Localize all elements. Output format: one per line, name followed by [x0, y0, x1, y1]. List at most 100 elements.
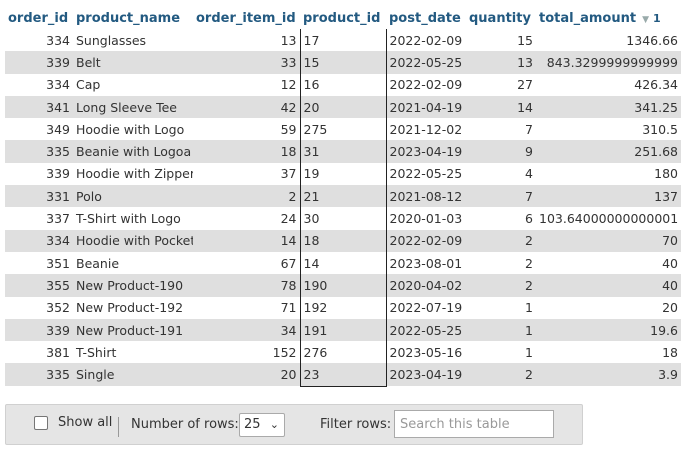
cell-quantity[interactable]: 6 — [466, 207, 536, 230]
cell-quantity[interactable]: 4 — [466, 162, 536, 186]
cell-quantity[interactable]: 15 — [466, 29, 536, 52]
cell-order-id[interactable]: 334 — [5, 229, 73, 252]
cell-total-amount[interactable]: 137 — [536, 185, 681, 208]
cell-post-date[interactable]: 2022-05-25 — [386, 51, 466, 74]
cell-post-date[interactable]: 2020-04-02 — [386, 274, 466, 297]
cell-order-id[interactable]: 334 — [5, 73, 73, 96]
cell-post-date[interactable]: 2023-08-01 — [386, 251, 466, 275]
cell-quantity[interactable]: 2 — [466, 251, 536, 275]
cell-product-name[interactable]: Polo — [73, 185, 193, 208]
cell-product-name[interactable]: Hoodie with Pocket — [73, 229, 193, 252]
table-row[interactable]: 351 Beanie 67 14 2023-08-01 2 40 — [5, 251, 681, 275]
table-row[interactable]: 337 T-Shirt with Logo 24 30 2020-01-03 6 103.6… — [5, 207, 681, 230]
cell-order-item-id[interactable]: 59 — [193, 118, 300, 141]
cell-order-id[interactable]: 381 — [5, 341, 73, 364]
filter-rows-input[interactable] — [394, 410, 554, 438]
table-row[interactable]: 331 Polo 2 21 2021-08-12 7 137 — [5, 185, 681, 208]
cell-order-item-id[interactable]: 34 — [193, 318, 300, 342]
cell-product-name[interactable]: Belt — [73, 51, 193, 74]
cell-product-name[interactable]: Sunglasses — [73, 29, 193, 52]
cell-order-id[interactable]: 341 — [5, 95, 73, 119]
cell-quantity[interactable]: 13 — [466, 51, 536, 74]
cell-product-name[interactable]: New Product-192 — [73, 296, 193, 319]
cell-quantity[interactable]: 14 — [466, 95, 536, 119]
cell-product-id[interactable]: 31 — [299, 140, 387, 163]
show-all-checkbox[interactable] — [34, 415, 48, 430]
cell-total-amount[interactable]: 40 — [536, 251, 681, 275]
cell-order-item-id[interactable]: 2 — [193, 185, 300, 208]
cell-total-amount[interactable]: 426.34 — [536, 73, 681, 96]
cell-order-item-id[interactable]: 14 — [193, 229, 300, 252]
cell-product-name[interactable]: Hoodie with Logo — [73, 118, 193, 141]
cell-product-name[interactable]: Beanie — [73, 251, 193, 275]
cell-quantity[interactable]: 27 — [466, 73, 536, 96]
column-header-product-id[interactable]: product_id — [300, 8, 386, 29]
cell-product-name[interactable]: New Product-190 — [73, 274, 193, 297]
cell-product-name[interactable]: Cap — [73, 73, 193, 96]
cell-post-date[interactable]: 2021-12-02 — [386, 118, 466, 141]
column-header-order-item-id[interactable]: order_item_id — [193, 8, 300, 29]
cell-order-item-id[interactable]: 71 — [193, 296, 300, 319]
table-row[interactable]: 339 Belt 33 15 2022-05-25 13 843.3299999999999 — [5, 51, 681, 74]
cell-order-id[interactable]: 349 — [5, 118, 73, 141]
cell-product-id[interactable]: 21 — [299, 185, 387, 208]
cell-product-name[interactable]: Long Sleeve Tee — [73, 95, 193, 119]
cell-total-amount[interactable]: 18 — [536, 341, 681, 364]
cell-product-id[interactable]: 19 — [299, 162, 387, 186]
cell-product-name[interactable]: Hoodie with Zipper — [73, 162, 193, 186]
cell-order-id[interactable]: 331 — [5, 185, 73, 208]
cell-quantity[interactable]: 9 — [466, 140, 536, 163]
cell-post-date[interactable]: 2023-04-19 — [386, 140, 466, 163]
table-row[interactable]: 339 Hoodie with Zipper 37 19 2022-05-25 4 180 — [5, 162, 681, 186]
cell-post-date[interactable]: 2022-02-09 — [386, 29, 466, 52]
cell-quantity[interactable]: 2 — [466, 274, 536, 297]
cell-order-item-id[interactable]: 20 — [193, 363, 300, 387]
cell-order-item-id[interactable]: 18 — [193, 140, 300, 163]
cell-quantity[interactable]: 1 — [466, 296, 536, 319]
cell-order-item-id[interactable]: 12 — [193, 73, 300, 96]
rows-count-select[interactable]: 25 ⌄ — [239, 413, 285, 437]
table-row[interactable]: 381 T-Shirt 152 276 2023-05-16 1 18 — [5, 341, 681, 364]
cell-total-amount[interactable]: 310.5 — [536, 118, 681, 141]
cell-total-amount[interactable]: 3.9 — [536, 363, 681, 387]
cell-total-amount[interactable]: 20 — [536, 296, 681, 319]
column-header-post-date[interactable]: post_date — [386, 8, 466, 29]
column-header-order-id[interactable]: order_id — [5, 8, 73, 29]
cell-post-date[interactable]: 2023-05-16 — [386, 341, 466, 364]
cell-post-date[interactable]: 2022-02-09 — [386, 229, 466, 252]
table-row[interactable]: 339 New Product-191 34 191 2022-05-25 1 19.6 — [5, 318, 681, 342]
cell-total-amount[interactable]: 843.3299999999999 — [536, 51, 681, 74]
cell-post-date[interactable]: 2022-05-25 — [386, 162, 466, 186]
cell-total-amount[interactable]: 180 — [536, 162, 681, 186]
cell-order-id[interactable]: 339 — [5, 162, 73, 186]
column-header-total-amount[interactable]: total_amount ▼ 1 — [536, 8, 681, 29]
cell-order-id[interactable]: 355 — [5, 274, 73, 297]
cell-post-date[interactable]: 2022-02-09 — [386, 73, 466, 96]
sort-descending-icon[interactable]: ▼ — [642, 15, 649, 25]
cell-quantity[interactable]: 2 — [466, 229, 536, 252]
cell-product-id[interactable]: 192 — [299, 296, 387, 319]
cell-post-date[interactable]: 2022-07-19 — [386, 296, 466, 319]
cell-quantity[interactable]: 2 — [466, 363, 536, 387]
table-row[interactable]: 352 New Product-192 71 192 2022-07-19 1 20 — [5, 296, 681, 319]
cell-order-item-id[interactable]: 67 — [193, 251, 300, 275]
column-header-quantity[interactable]: quantity — [466, 8, 536, 29]
cell-total-amount[interactable]: 103.64000000000001 — [536, 207, 681, 230]
cell-product-id[interactable]: 18 — [299, 229, 387, 252]
cell-order-id[interactable]: 334 — [5, 29, 73, 52]
cell-order-item-id[interactable]: 37 — [193, 162, 300, 186]
cell-order-id[interactable]: 351 — [5, 251, 73, 275]
cell-order-item-id[interactable]: 42 — [193, 95, 300, 119]
cell-quantity[interactable]: 1 — [466, 341, 536, 364]
cell-total-amount[interactable]: 341.25 — [536, 95, 681, 119]
cell-order-id[interactable]: 339 — [5, 318, 73, 342]
cell-product-id[interactable]: 15 — [299, 51, 387, 74]
cell-order-item-id[interactable]: 78 — [193, 274, 300, 297]
cell-total-amount[interactable]: 40 — [536, 274, 681, 297]
cell-product-id[interactable]: 30 — [299, 207, 387, 230]
cell-post-date[interactable]: 2021-08-12 — [386, 185, 466, 208]
cell-product-id[interactable]: 191 — [299, 318, 387, 342]
table-row[interactable]: 355 New Product-190 78 190 2020-04-02 2 40 — [5, 274, 681, 297]
cell-order-id[interactable]: 335 — [5, 363, 73, 387]
cell-product-id[interactable]: 190 — [299, 274, 387, 297]
